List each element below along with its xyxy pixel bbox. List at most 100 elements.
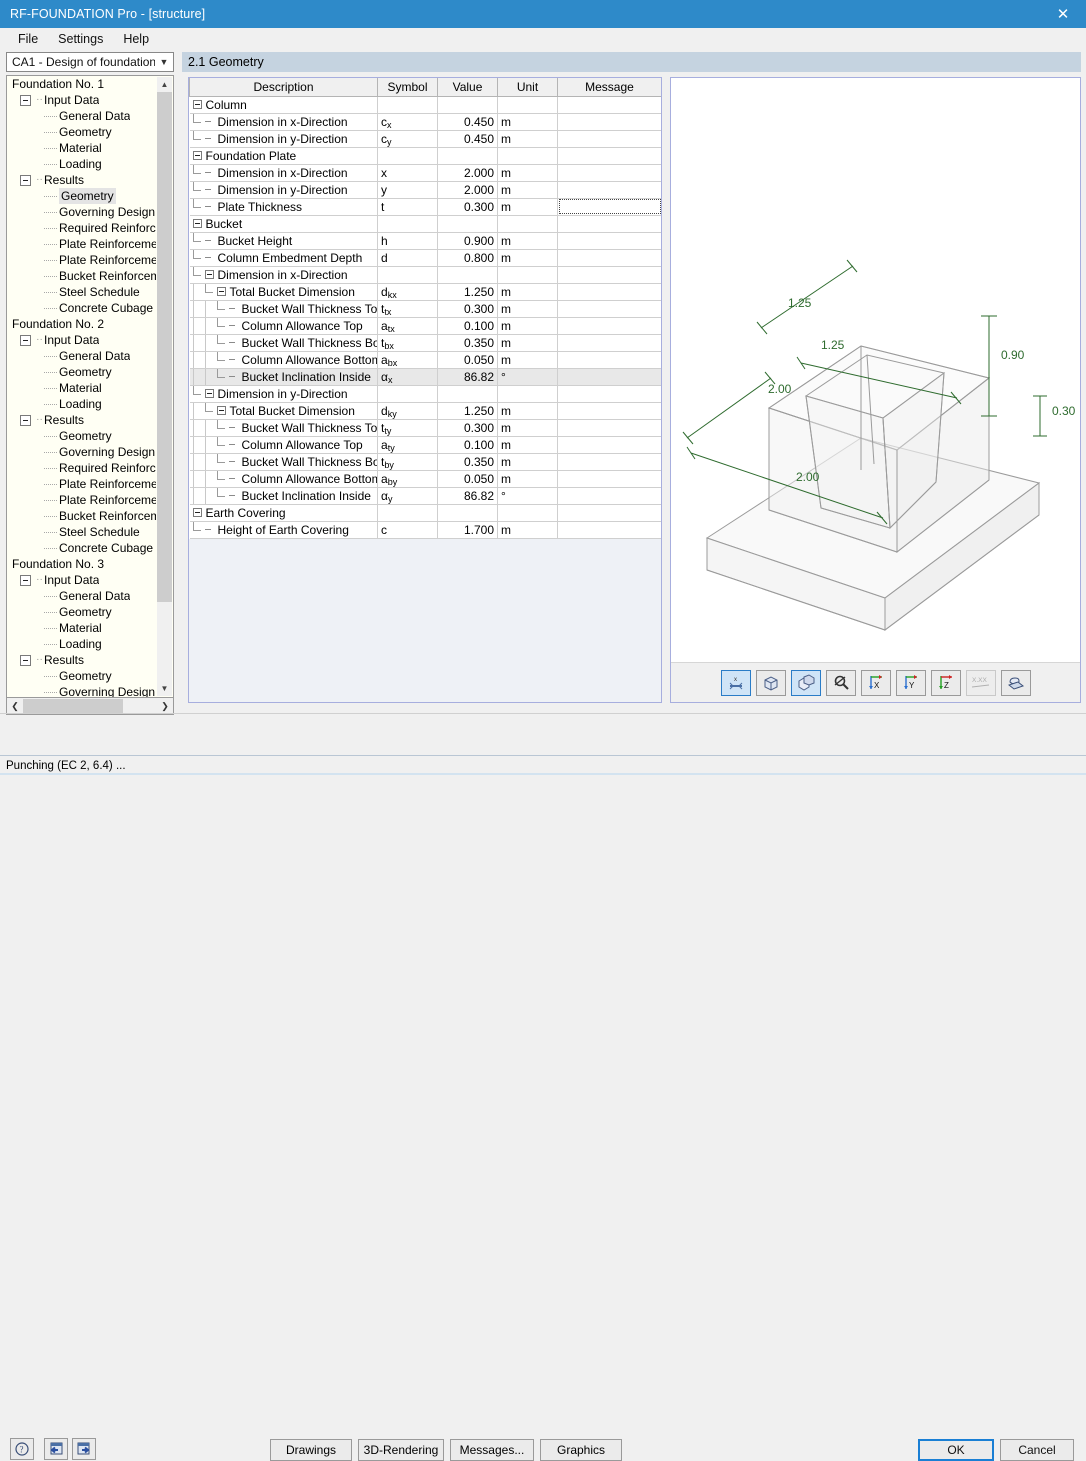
tree-collapse-icon[interactable] bbox=[20, 574, 31, 586]
cell-unit[interactable] bbox=[497, 215, 558, 233]
cell-message[interactable] bbox=[557, 249, 661, 267]
cell-symbol[interactable]: y bbox=[377, 181, 438, 199]
sidebar-item-governing-design-criter[interactable]: Governing Design Criter bbox=[7, 444, 158, 460]
table-row[interactable]: Column bbox=[189, 96, 661, 114]
view-z-axis-icon[interactable]: Z bbox=[930, 669, 961, 696]
cell-message[interactable] bbox=[557, 113, 661, 131]
chevron-right-icon[interactable]: ❯ bbox=[157, 699, 173, 714]
cell-description[interactable]: Bucket Inclination Inside bbox=[189, 487, 378, 505]
cell-description[interactable]: Dimension in x-Direction bbox=[189, 266, 378, 284]
cell-value[interactable]: 0.450 bbox=[437, 130, 498, 148]
sidebar-item-general-data[interactable]: General Data bbox=[7, 348, 158, 364]
view-x-axis-icon[interactable]: X bbox=[860, 669, 891, 696]
sidebar-item-concrete-cubage[interactable]: Concrete Cubage bbox=[7, 300, 158, 316]
sidebar-item-geometry[interactable]: Geometry bbox=[7, 124, 158, 140]
menu-item-settings[interactable]: Settings bbox=[48, 30, 113, 48]
sidebar-item-input-data[interactable]: ·· Input Data bbox=[7, 332, 158, 348]
sidebar-item-input-data[interactable]: ·· Input Data bbox=[7, 92, 158, 108]
table-row[interactable]: Column Allowance Bottom aby 0.050 m bbox=[189, 470, 661, 488]
sidebar-item-plate-reinforcement-t[interactable]: Plate Reinforcement - T bbox=[7, 492, 158, 508]
cancel-button[interactable]: Cancel bbox=[1000, 1439, 1074, 1461]
table-row[interactable]: Dimension in y-Direction y 2.000 m bbox=[189, 181, 661, 199]
cell-value[interactable]: 0.300 bbox=[437, 300, 498, 318]
row-collapse-icon[interactable] bbox=[192, 508, 202, 517]
row-collapse-icon[interactable] bbox=[216, 287, 226, 296]
tree-collapse-icon[interactable] bbox=[20, 414, 31, 426]
table-row[interactable]: Dimension in y-Direction cy 0.450 m bbox=[189, 130, 661, 148]
graphics-button[interactable]: Graphics bbox=[540, 1439, 622, 1461]
table-row[interactable]: Dimension in x-Direction x 2.000 m bbox=[189, 164, 661, 182]
cell-unit[interactable]: m bbox=[497, 181, 558, 199]
sidebar-item-loading[interactable]: Loading bbox=[7, 636, 158, 652]
tree-collapse-icon[interactable] bbox=[20, 94, 31, 106]
sidebar-item-general-data[interactable]: General Data bbox=[7, 108, 158, 124]
cell-symbol[interactable]: cx bbox=[377, 113, 438, 131]
cell-message[interactable] bbox=[557, 147, 661, 165]
cell-unit[interactable]: m bbox=[497, 419, 558, 437]
cell-value[interactable]: 0.100 bbox=[437, 436, 498, 454]
tree-collapse-icon[interactable] bbox=[20, 654, 31, 666]
cell-description[interactable]: Column Allowance Top bbox=[189, 317, 378, 335]
cell-symbol[interactable] bbox=[377, 96, 438, 114]
sidebar-item-required-reinforcemen[interactable]: Required Reinforcemen bbox=[7, 220, 158, 236]
next-window-icon[interactable] bbox=[72, 1438, 96, 1460]
sidebar-item-geometry[interactable]: Geometry bbox=[7, 364, 158, 380]
table-row[interactable]: Dimension in x-Direction cx 0.450 m bbox=[189, 113, 661, 131]
cell-unit[interactable]: m bbox=[497, 436, 558, 454]
cell-symbol[interactable]: tby bbox=[377, 453, 438, 471]
sidebar-item-results[interactable]: ·· Results bbox=[7, 172, 158, 188]
cell-symbol[interactable]: atx bbox=[377, 317, 438, 335]
cell-unit[interactable]: m bbox=[497, 164, 558, 182]
cell-message[interactable] bbox=[557, 266, 661, 284]
cell-description[interactable]: Dimension in y-Direction bbox=[189, 130, 378, 148]
cell-description[interactable]: Bucket Height bbox=[189, 232, 378, 250]
cell-symbol[interactable]: h bbox=[377, 232, 438, 250]
cell-symbol[interactable]: dky bbox=[377, 402, 438, 420]
cell-unit[interactable]: m bbox=[497, 402, 558, 420]
sidebar-item-plate-reinforcement-b[interactable]: Plate Reinforcement - B bbox=[7, 476, 158, 492]
table-row[interactable]: Bucket bbox=[189, 215, 661, 233]
cell-message[interactable] bbox=[557, 130, 661, 148]
chevron-up-icon[interactable]: ▲ bbox=[157, 77, 172, 92]
sidebar-item-bucket-reinforcement[interactable]: Bucket Reinforcement bbox=[7, 508, 158, 524]
cell-value[interactable] bbox=[437, 385, 498, 403]
cell-message[interactable] bbox=[557, 96, 661, 114]
column-header-description[interactable]: Description bbox=[189, 78, 378, 97]
cell-message[interactable] bbox=[557, 470, 661, 488]
cell-value[interactable]: 0.050 bbox=[437, 351, 498, 369]
cell-description[interactable]: Column bbox=[189, 96, 378, 114]
cell-value[interactable] bbox=[437, 147, 498, 165]
row-collapse-icon[interactable] bbox=[216, 406, 226, 415]
cell-description[interactable]: Height of Earth Covering bbox=[189, 521, 378, 539]
cell-value[interactable]: 0.050 bbox=[437, 470, 498, 488]
wireframe-cube-icon[interactable] bbox=[755, 669, 786, 696]
cell-value[interactable]: 0.350 bbox=[437, 334, 498, 352]
cell-unit[interactable]: m bbox=[497, 300, 558, 318]
cell-description[interactable]: Earth Covering bbox=[189, 504, 378, 522]
cell-value[interactable]: 86.82 bbox=[437, 487, 498, 505]
table-row[interactable]: Total Bucket Dimension dky 1.250 m bbox=[189, 402, 661, 420]
cell-unit[interactable]: m bbox=[497, 232, 558, 250]
cell-symbol[interactable]: αy bbox=[377, 487, 438, 505]
row-collapse-icon[interactable] bbox=[192, 219, 202, 228]
cell-unit[interactable]: m bbox=[497, 521, 558, 539]
table-row[interactable]: Bucket Inclination Inside αx 86.82 ° bbox=[189, 368, 661, 386]
cell-description[interactable]: Bucket Inclination Inside bbox=[189, 368, 378, 386]
messages-button[interactable]: Messages... bbox=[450, 1439, 534, 1461]
cell-message[interactable] bbox=[557, 504, 661, 522]
view-y-axis-icon[interactable]: Y bbox=[895, 669, 926, 696]
cell-symbol[interactable] bbox=[377, 385, 438, 403]
cell-message[interactable] bbox=[557, 164, 661, 182]
cell-unit[interactable]: m bbox=[497, 249, 558, 267]
column-header-message[interactable]: Message bbox=[557, 78, 661, 97]
cell-unit[interactable] bbox=[497, 385, 558, 403]
sidebar-item-loading[interactable]: Loading bbox=[7, 396, 158, 412]
sidebar-item-steel-schedule[interactable]: Steel Schedule bbox=[7, 284, 158, 300]
cell-message[interactable] bbox=[557, 487, 661, 505]
table-row[interactable]: Total Bucket Dimension dkx 1.250 m bbox=[189, 283, 661, 301]
sidebar-item-geometry[interactable]: Geometry bbox=[7, 668, 158, 684]
cell-unit[interactable]: m bbox=[497, 198, 558, 216]
cell-unit[interactable]: m bbox=[497, 470, 558, 488]
cell-symbol[interactable]: t bbox=[377, 198, 438, 216]
cell-value[interactable] bbox=[437, 96, 498, 114]
